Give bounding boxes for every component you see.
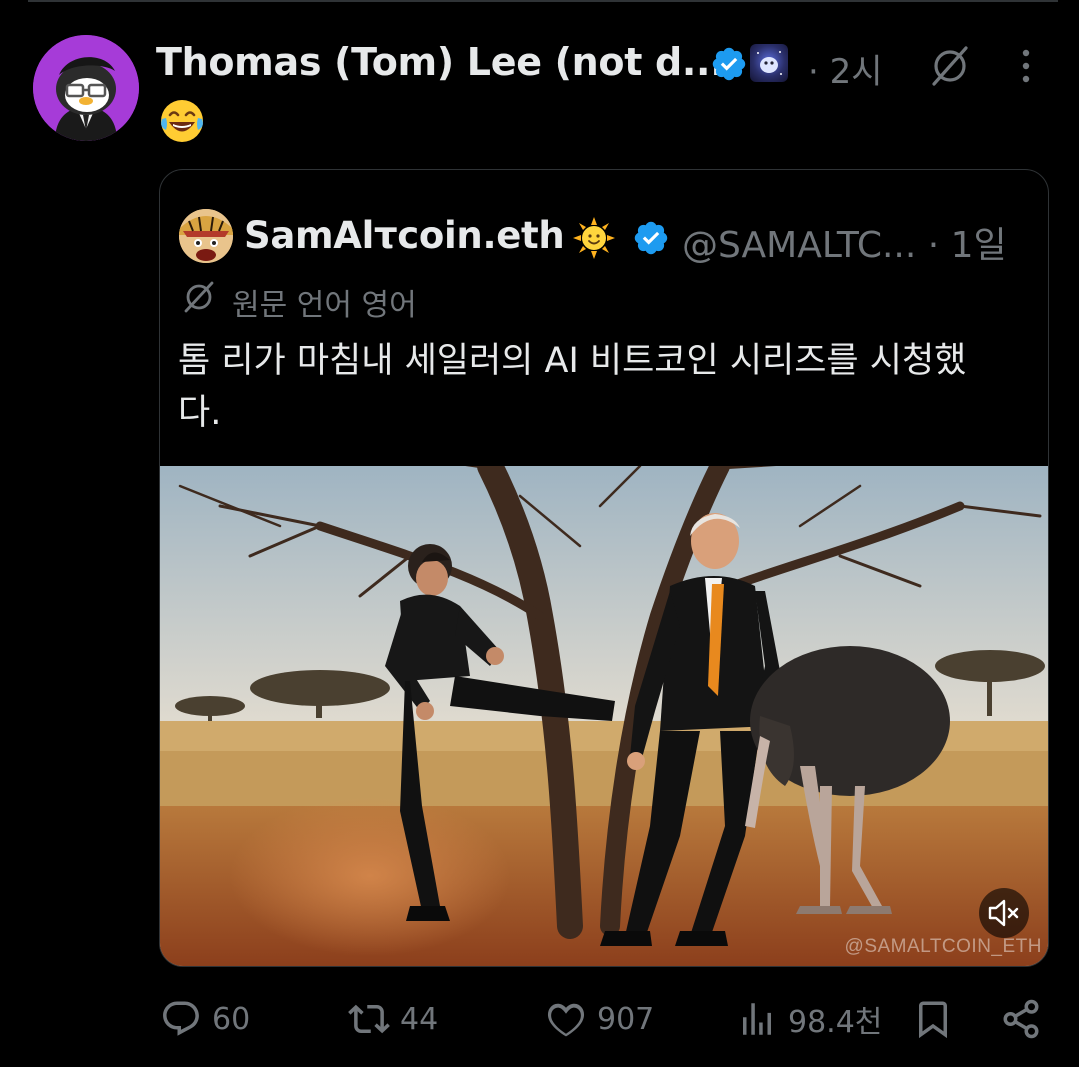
sun-emoji-icon: [573, 217, 615, 259]
repost-button[interactable]: 44: [348, 994, 438, 1044]
quote-handle[interactable]: @SAMALTC...: [682, 225, 916, 266]
bookmark-icon: [919, 1001, 947, 1039]
like-icon: [547, 1003, 585, 1037]
quote-author-avatar[interactable]: [179, 209, 233, 263]
author-avatar[interactable]: [33, 35, 139, 141]
bookmark-button[interactable]: [912, 994, 954, 1044]
like-button[interactable]: 907: [545, 994, 654, 1044]
mute-button[interactable]: [979, 888, 1029, 938]
video-watermark: @SAMALTCOIN_ETH: [844, 936, 1042, 957]
translation-label: 원문 언어 영어: [232, 288, 417, 323]
share-icon: [1003, 999, 1039, 1039]
reply-button[interactable]: 60: [160, 994, 250, 1044]
action-bar: 60 44 907 98.4천: [160, 994, 1045, 1044]
views-icon: [743, 1003, 771, 1035]
like-count: 907: [597, 1001, 655, 1037]
author-name[interactable]: Thomas (Tom) Lee (not d...: [156, 40, 725, 84]
views-count: 98.4천: [788, 1005, 883, 1040]
repost-count: 44: [400, 1001, 439, 1037]
video-frame: [160, 466, 1048, 966]
quote-time[interactable]: · 1일: [928, 225, 1007, 266]
views-button[interactable]: 98.4천: [736, 994, 882, 1044]
top-divider: [28, 0, 1058, 2]
more-icon[interactable]: [1011, 46, 1041, 86]
quote-video[interactable]: @SAMALTCOIN_ETH: [160, 466, 1048, 966]
post-time[interactable]: · 2시: [808, 44, 883, 93]
quote-text: 톰 리가 마침내 세일러의 AI 비트코인 시리즈를 시청했다.: [178, 341, 967, 433]
verified-badge-icon: [634, 221, 668, 255]
mute-icon: [988, 899, 1019, 927]
quote-author-handle-time[interactable]: @SAMALTC... · 1일: [682, 216, 1007, 268]
quoted-post-card[interactable]: SamAlτcoin.eth @SAMALTC... · 1일 원문 언어 영어…: [159, 169, 1049, 967]
share-button[interactable]: [1000, 994, 1042, 1044]
reply-count: 60: [212, 1001, 251, 1037]
quote-author-name[interactable]: SamAlτcoin.eth: [244, 214, 565, 257]
repost-icon: [348, 1004, 390, 1034]
grok-icon[interactable]: [928, 44, 972, 88]
reply-icon: [163, 1001, 199, 1036]
translate-icon: [184, 281, 214, 313]
game-badge-icon: [750, 44, 788, 82]
laughing-emoji-icon: [161, 100, 203, 142]
verified-badge-icon: [712, 47, 746, 81]
